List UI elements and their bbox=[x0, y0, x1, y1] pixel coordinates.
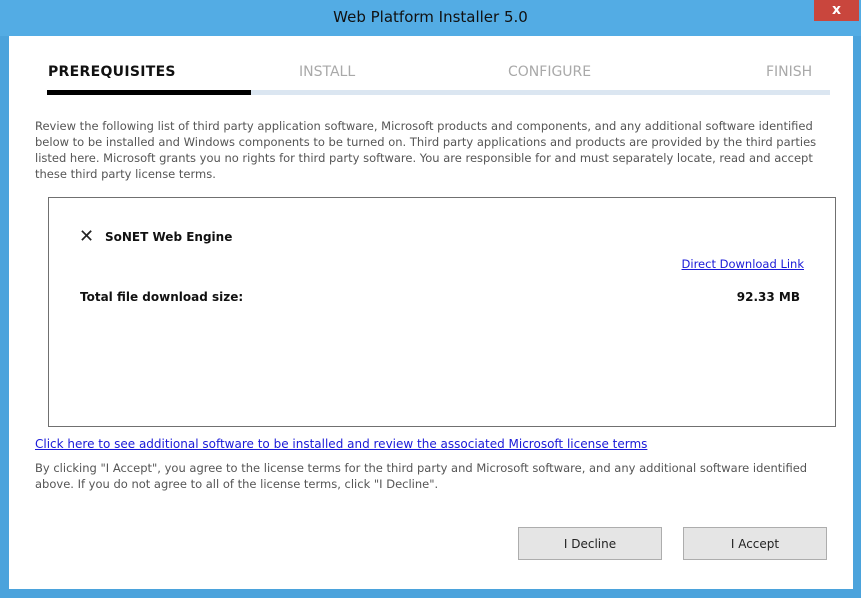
window-title: Web Platform Installer 5.0 bbox=[333, 8, 528, 26]
installer-panel: PREREQUISITES INSTALL CONFIGURE FINISH R… bbox=[9, 36, 853, 589]
step-prerequisites: PREREQUISITES bbox=[48, 64, 176, 80]
close-button[interactable]: x bbox=[814, 0, 859, 21]
additional-software-link[interactable]: Click here to see additional software to… bbox=[35, 437, 647, 451]
step-finish: FINISH bbox=[766, 64, 813, 80]
wizard-progress-track bbox=[47, 90, 830, 95]
step-configure: CONFIGURE bbox=[508, 64, 592, 80]
agreement-text: By clicking "I Accept", you agree to the… bbox=[35, 461, 808, 491]
decline-button[interactable]: I Decline bbox=[518, 527, 662, 560]
direct-download-link[interactable]: Direct Download Link bbox=[682, 257, 804, 271]
remove-package-icon[interactable]: ✕ bbox=[79, 228, 94, 246]
total-size-value: 92.33 MB bbox=[736, 290, 800, 304]
wizard-steps: PREREQUISITES INSTALL CONFIGURE FINISH bbox=[9, 36, 853, 106]
wizard-progress-fill bbox=[47, 90, 251, 95]
intro-text: Review the following list of third party… bbox=[35, 119, 817, 181]
accept-button[interactable]: I Accept bbox=[683, 527, 827, 560]
package-name: SoNET Web Engine bbox=[105, 230, 233, 244]
total-size-label: Total file download size: bbox=[80, 290, 244, 304]
title-bar: Web Platform Installer 5.0 x bbox=[0, 0, 861, 36]
package-list: ✕ SoNET Web Engine Direct Download Link … bbox=[48, 197, 836, 427]
step-install: INSTALL bbox=[299, 64, 356, 80]
